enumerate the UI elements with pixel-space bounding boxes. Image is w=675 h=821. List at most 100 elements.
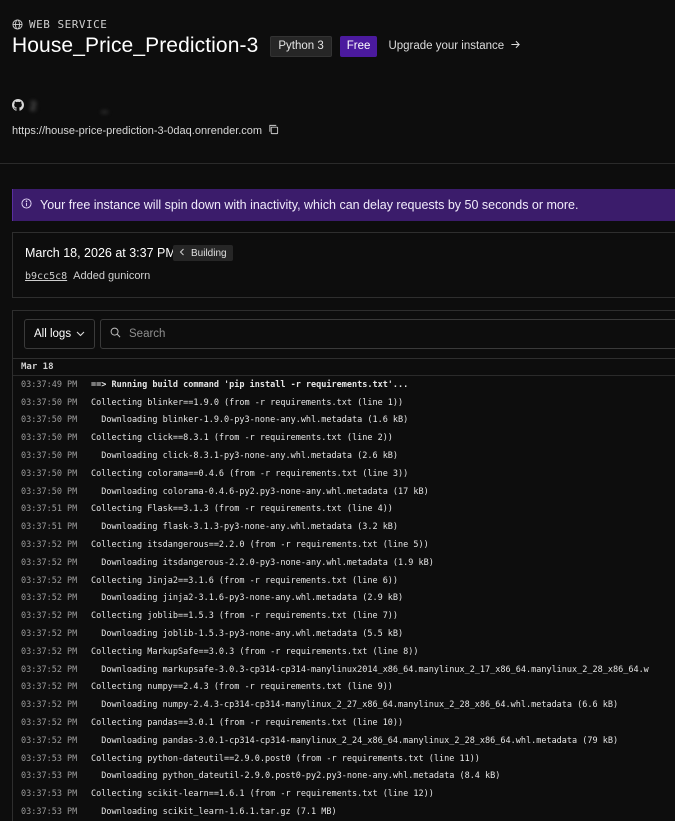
log-message: ==> Running build command 'pip install -… xyxy=(91,379,409,390)
log-search-input[interactable] xyxy=(129,328,649,340)
search-icon xyxy=(110,325,121,343)
log-line: 03:37:51 PM Downloading flask-3.1.3-py3-… xyxy=(13,518,675,536)
log-timestamp: 03:37:52 PM xyxy=(21,646,78,657)
chevron-left-icon xyxy=(179,248,185,259)
log-timestamp: 03:37:50 PM xyxy=(21,486,78,497)
status-text: Building xyxy=(191,247,227,259)
log-message: Downloading pandas-3.0.1-cp314-cp314-man… xyxy=(91,735,619,746)
log-lines: 03:37:49 PM ==> Running build command 'pi… xyxy=(13,376,675,821)
log-search-box xyxy=(100,319,675,349)
log-timestamp: 03:37:50 PM xyxy=(21,415,78,426)
log-timestamp: 03:37:53 PM xyxy=(21,789,78,800)
log-line: 03:37:53 PM Collecting python-dateutil==2… xyxy=(13,750,675,768)
log-line: 03:37:51 PM Collecting Flask==3.1.3 (from… xyxy=(13,501,675,519)
log-timestamp: 03:37:52 PM xyxy=(21,629,78,640)
log-timestamp: 03:37:52 PM xyxy=(21,611,78,622)
log-message: Downloading itsdangerous-2.2.0-py3-none-… xyxy=(91,557,434,568)
repo-link[interactable]: 2 _ xyxy=(12,99,111,114)
service-page: WEB SERVICE House_Price_Prediction-3 Pyt… xyxy=(0,0,675,821)
log-line: 03:37:52 PM Downloading itsdangerous-2.2… xyxy=(13,554,675,572)
upgrade-label: Upgrade your instance xyxy=(388,40,505,52)
log-line: 03:37:52 PM Downloading markupsafe-3.0.3… xyxy=(13,661,675,679)
log-line: 03:37:52 PM Collecting itsdangerous==2.2.… xyxy=(13,536,675,554)
log-message: Downloading python_dateutil-2.9.0.post0-… xyxy=(91,771,501,782)
log-line: 03:37:52 PM Collecting MarkupSafe==3.0.3 … xyxy=(13,643,675,661)
log-filter-dropdown[interactable]: All logs xyxy=(24,319,95,349)
log-timestamp: 03:37:51 PM xyxy=(21,504,78,515)
log-timestamp: 03:37:52 PM xyxy=(21,593,78,604)
log-line: 03:37:49 PM ==> Running build command 'pi… xyxy=(13,376,675,394)
copy-icon[interactable] xyxy=(268,124,279,138)
log-message: Collecting click==8.3.1 (from -r require… xyxy=(91,433,393,444)
chevron-down-icon xyxy=(76,328,85,340)
log-message: Collecting colorama==0.4.6 (from -r requ… xyxy=(91,468,409,479)
log-message: Downloading numpy-2.4.3-cp314-cp314-many… xyxy=(91,700,619,711)
log-date-header: Mar 18 xyxy=(13,359,675,376)
repo-name: 2 _ xyxy=(30,100,111,113)
service-url-link[interactable]: https://house-price-prediction-3-0daq.on… xyxy=(12,125,262,137)
log-timestamp: 03:37:52 PM xyxy=(21,557,78,568)
log-message: Downloading colorama-0.4.6-py2.py3-none-… xyxy=(91,486,429,497)
log-message: Downloading blinker-1.9.0-py3-none-any.w… xyxy=(91,415,409,426)
log-line: 03:37:52 PM Collecting Jinja2==3.1.6 (fro… xyxy=(13,572,675,590)
log-timestamp: 03:37:52 PM xyxy=(21,664,78,675)
log-timestamp: 03:37:51 PM xyxy=(21,522,78,533)
deploy-card: March 18, 2026 at 3:37 PM Building b9cc5… xyxy=(12,232,675,298)
log-line: 03:37:52 PM Collecting pandas==3.0.1 (fro… xyxy=(13,714,675,732)
log-timestamp: 03:37:52 PM xyxy=(21,682,78,693)
service-type-text: WEB SERVICE xyxy=(29,18,108,31)
log-line: 03:37:52 PM Downloading jinja2-3.1.6-py3… xyxy=(13,590,675,608)
service-url-row: https://house-price-prediction-3-0daq.on… xyxy=(12,124,279,138)
log-line: 03:37:50 PM Downloading click-8.3.1-py3-… xyxy=(13,447,675,465)
log-line: 03:37:53 PM Collecting scikit-learn==1.6.… xyxy=(13,785,675,803)
log-message: Collecting Flask==3.1.3 (from -r require… xyxy=(91,504,393,515)
log-line: 03:37:53 PM Downloading python_dateutil-… xyxy=(13,768,675,786)
log-timestamp: 03:37:52 PM xyxy=(21,575,78,586)
log-timestamp: 03:37:53 PM xyxy=(21,753,78,764)
log-timestamp: 03:37:52 PM xyxy=(21,700,78,711)
log-timestamp: 03:37:52 PM xyxy=(21,718,78,729)
log-message: Downloading joblib-1.5.3-py3-none-any.wh… xyxy=(91,629,404,640)
header-divider xyxy=(0,163,675,164)
service-type-label: WEB SERVICE xyxy=(12,18,107,31)
log-message: Downloading markupsafe-3.0.3-cp314-cp314… xyxy=(91,664,649,675)
log-output[interactable]: Mar 18 03:37:49 PM ==> Running build comm… xyxy=(13,358,675,821)
log-timestamp: 03:37:50 PM xyxy=(21,468,78,479)
page-title: House_Price_Prediction-3 xyxy=(12,34,259,57)
log-timestamp: 03:37:49 PM xyxy=(21,379,78,390)
log-line: 03:37:52 PM Downloading numpy-2.4.3-cp31… xyxy=(13,696,675,714)
plan-badge: Free xyxy=(339,35,378,57)
log-message: Collecting Jinja2==3.1.6 (from -r requir… xyxy=(91,575,399,586)
upgrade-instance-link[interactable]: Upgrade your instance xyxy=(388,39,521,53)
log-timestamp: 03:37:52 PM xyxy=(21,735,78,746)
log-line: 03:37:50 PM Downloading colorama-0.4.6-p… xyxy=(13,483,675,501)
info-icon xyxy=(21,198,32,212)
log-line: 03:37:52 PM Collecting numpy==2.4.3 (from… xyxy=(13,679,675,697)
log-line: 03:37:53 PM Downloading scikit_learn-1.6… xyxy=(13,803,675,821)
log-timestamp: 03:37:52 PM xyxy=(21,540,78,551)
log-message: Collecting joblib==1.5.3 (from -r requir… xyxy=(91,611,399,622)
title-row: House_Price_Prediction-3 Python 3 Free U… xyxy=(12,33,521,59)
log-filter-label: All logs xyxy=(34,328,72,340)
log-message: Collecting itsdangerous==2.2.0 (from -r … xyxy=(91,540,429,551)
log-timestamp: 03:37:50 PM xyxy=(21,451,78,462)
log-line: 03:37:50 PM Collecting colorama==0.4.6 (f… xyxy=(13,465,675,483)
log-message: Collecting blinker==1.9.0 (from -r requi… xyxy=(91,397,404,408)
banner-text: Your free instance will spin down with i… xyxy=(40,198,579,212)
log-message: Collecting python-dateutil==2.9.0.post0 … xyxy=(91,753,480,764)
log-message: Downloading scikit_learn-1.6.1.tar.gz (7… xyxy=(91,807,337,818)
log-line: 03:37:52 PM Downloading joblib-1.5.3-py3… xyxy=(13,625,675,643)
log-timestamp: 03:37:53 PM xyxy=(21,807,78,818)
commit-info: b9cc5c8 Added gunicorn xyxy=(25,270,150,282)
globe-icon xyxy=(12,19,23,30)
logs-panel: All logs Mar 18 03:37:49 PM ==> Running b… xyxy=(12,310,675,821)
log-message: Downloading jinja2-3.1.6-py3-none-any.wh… xyxy=(91,593,404,604)
log-line: 03:37:50 PM Collecting blinker==1.9.0 (fr… xyxy=(13,394,675,412)
commit-sha-link[interactable]: b9cc5c8 xyxy=(25,271,67,282)
log-line: 03:37:52 PM Collecting joblib==1.5.3 (fro… xyxy=(13,607,675,625)
arrow-right-icon xyxy=(510,39,521,53)
log-message: Downloading click-8.3.1-py3-none-any.whl… xyxy=(91,451,399,462)
log-line: 03:37:50 PM Downloading blinker-1.9.0-py… xyxy=(13,412,675,430)
status-badge: Building xyxy=(173,245,233,261)
deploy-date: March 18, 2026 at 3:37 PM xyxy=(25,246,176,260)
